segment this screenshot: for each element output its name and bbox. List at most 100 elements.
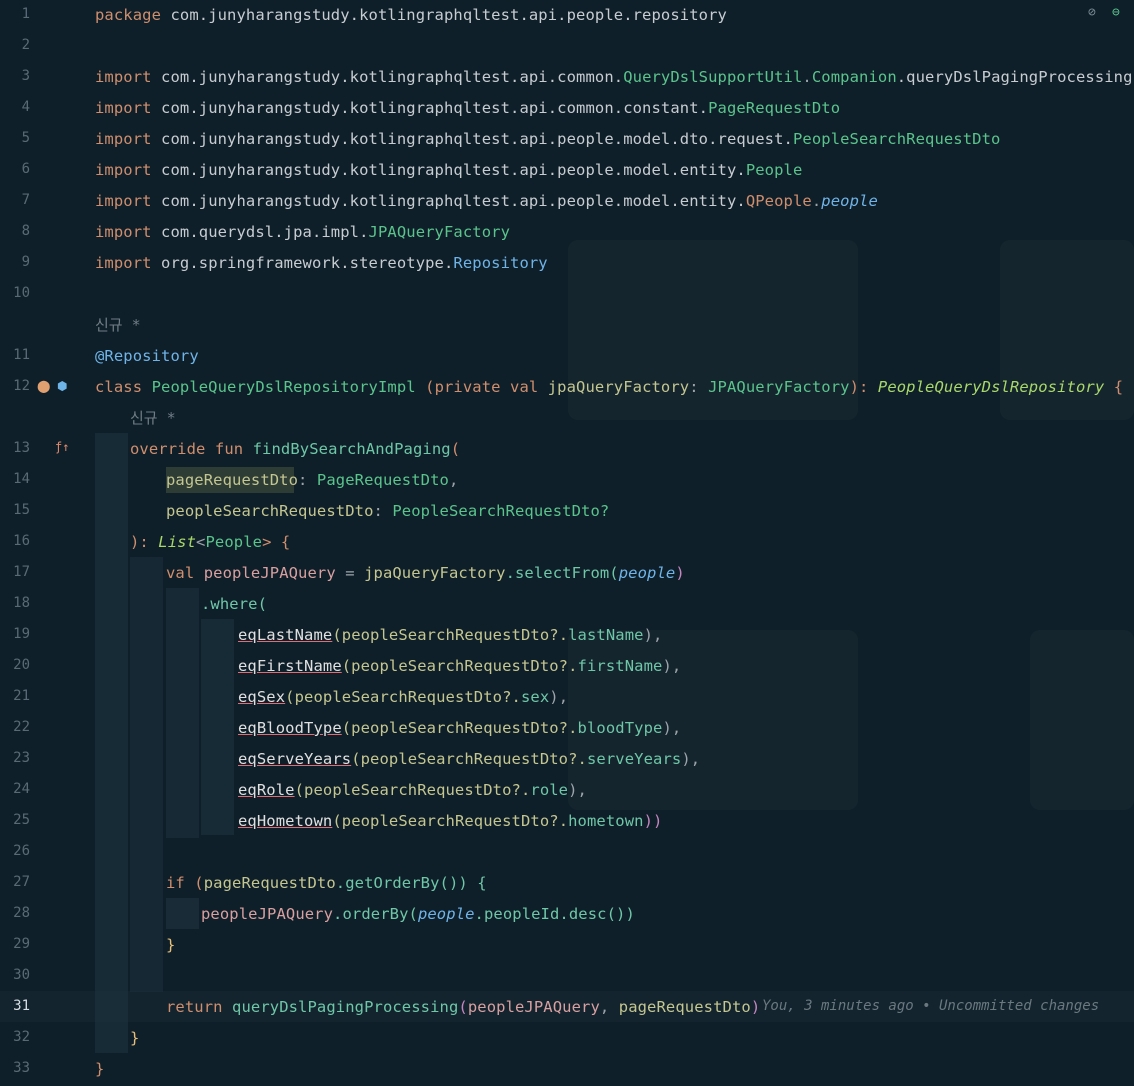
method-call: eqLastName [238, 626, 333, 644]
parameter: jpaQueryFactory [547, 378, 690, 396]
code-line[interactable]: 23 eqServeYears(peopleSearchRequestDto?.… [0, 744, 1134, 775]
code-line[interactable]: 25 eqHometown(peopleSearchRequestDto?.ho… [0, 806, 1134, 837]
punctuation: { [1104, 378, 1124, 396]
annotation: @Repository [95, 347, 199, 365]
argument: (peopleSearchRequestDto?. [294, 781, 531, 799]
code-line[interactable]: 33 } [0, 1054, 1134, 1085]
keyword: override fun [130, 440, 253, 458]
code-line[interactable]: 26 [0, 837, 1134, 868]
punctuation: ( [194, 874, 204, 892]
property: sex [520, 688, 550, 706]
line-number: 22 [13, 719, 30, 735]
line-number: 11 [13, 347, 30, 363]
line-number: 26 [13, 843, 30, 859]
package-path: com.junyharangstudy.kotlingraphqltest.ap… [161, 99, 709, 117]
package-path: com.junyharangstudy.kotlingraphqltest.ap… [161, 130, 793, 148]
code-line[interactable]: 10 [0, 279, 1134, 310]
code-line[interactable]: 22 eqBloodType(peopleSearchRequestDto?.b… [0, 713, 1134, 744]
method-call: .getOrderBy()) { [335, 874, 487, 892]
git-blame-hint[interactable]: You, 3 minutes ago • Uncommitted changes [762, 998, 1099, 1014]
punctuation: : [689, 378, 709, 396]
code-line[interactable]: 9 import org.springframework.stereotype.… [0, 248, 1134, 279]
line-number: 27 [13, 874, 30, 890]
class-name: QPeople [745, 192, 812, 210]
code-line[interactable]: 18 .where( [0, 589, 1134, 620]
argument: peopleJPAQuery [467, 998, 600, 1016]
code-line[interactable]: 12 ⬤ ⬢ class PeopleQueryDslRepositoryImp… [0, 372, 1134, 403]
code-line[interactable]: 29 } [0, 930, 1134, 961]
punctuation: )) [643, 812, 663, 830]
line-number: 17 [13, 564, 30, 580]
member-name: people [821, 192, 878, 210]
code-line[interactable]: 2 [0, 31, 1134, 62]
code-line[interactable]: 27 if (pageRequestDto.getOrderBy()) { [0, 868, 1134, 899]
code-line[interactable]: 5 import com.junyharangstudy.kotlingraph… [0, 124, 1134, 155]
code-line[interactable]: 13 ƒ↑ override fun findBySearchAndPaging… [0, 434, 1134, 465]
package-path: com.querydsl.jpa.impl. [161, 223, 369, 241]
line-number: 29 [13, 936, 30, 952]
punctuation: : [373, 502, 393, 520]
class-name: PeopleQueryDslRepositoryImpl [151, 378, 426, 396]
punctuation: , [448, 471, 459, 489]
code-line[interactable]: 8 import com.querydsl.jpa.impl.JPAQueryF… [0, 217, 1134, 248]
method-call: .orderBy( [333, 905, 418, 923]
code-line[interactable]: 30 [0, 961, 1134, 992]
line-number: 28 [13, 905, 30, 921]
code-line[interactable]: 24 eqRole(peopleSearchRequestDto?.role), [0, 775, 1134, 806]
code-line[interactable]: 32 } [0, 1023, 1134, 1054]
code-line[interactable]: 1 package com.junyharangstudy.kotlingrap… [0, 0, 1134, 31]
keyword: import [95, 254, 162, 272]
author-inlay-label[interactable]: 신규 * [130, 407, 176, 428]
class-name: PageRequestDto [316, 471, 449, 489]
code-line[interactable]: 16 ): List<People> { [0, 527, 1134, 558]
method-call: eqFirstName [238, 657, 342, 675]
property: serveYears [586, 750, 682, 768]
code-line[interactable]: 7 import com.junyharangstudy.kotlingraph… [0, 186, 1134, 217]
method-call: eqBloodType [238, 719, 342, 737]
punctuation: ( [458, 998, 468, 1016]
implementing-icon[interactable]: ⬢ [57, 379, 67, 393]
punctuation: } [95, 1060, 105, 1078]
keyword: val [166, 564, 204, 582]
code-line[interactable]: 20 eqFirstName(peopleSearchRequestDto?.f… [0, 651, 1134, 682]
parameter: peopleSearchRequestDto [166, 502, 374, 520]
implemented-icon[interactable]: ⬤ [37, 379, 50, 393]
variable: pageRequestDto [203, 874, 336, 892]
keyword: import [95, 68, 162, 86]
member-name: .queryDslPagingProcessing [896, 68, 1133, 86]
keyword: import [95, 99, 162, 117]
line-number: 30 [13, 967, 30, 983]
punctuation: , [599, 998, 619, 1016]
line-number: 9 [21, 254, 30, 270]
line-number: 31 [13, 998, 30, 1014]
variable: people [618, 564, 676, 582]
code-line-current[interactable]: 31 return queryDslPagingProcessing(peopl… [0, 992, 1134, 1023]
code-line[interactable]: 11 @Repository [0, 341, 1134, 372]
line-number: 23 [13, 750, 30, 766]
code-editor[interactable]: ⊘ ⊖ 1 package com.junyharangstudy.kotlin… [0, 0, 1134, 1086]
code-line[interactable]: 28 peopleJPAQuery.orderBy(people.peopleI… [0, 899, 1134, 930]
argument: (peopleSearchRequestDto?. [332, 626, 569, 644]
class-name: QueryDslSupportUtil [623, 68, 803, 86]
keyword: private val [434, 378, 548, 396]
keyword: import [95, 161, 162, 179]
code-line[interactable]: 14 pageRequestDto: PageRequestDto, [0, 465, 1134, 496]
code-line[interactable]: 15 peopleSearchRequestDto: PeopleSearchR… [0, 496, 1134, 527]
class-name: Companion [811, 68, 897, 86]
code-line[interactable]: 6 import com.junyharangstudy.kotlingraph… [0, 155, 1134, 186]
keyword: return [166, 998, 233, 1016]
line-number: 5 [21, 130, 30, 146]
line-number: 16 [13, 533, 30, 549]
line-number: 20 [13, 657, 30, 673]
argument: pageRequestDto [618, 998, 751, 1016]
author-inlay-label[interactable]: 신규 * [95, 314, 141, 335]
code-line[interactable]: 21 eqSex(peopleSearchRequestDto?.sex), [0, 682, 1134, 713]
line-number: 32 [13, 1029, 30, 1045]
override-icon[interactable]: ƒ↑ [55, 440, 69, 454]
method-call: eqHometown [238, 812, 333, 830]
code-line[interactable]: 17 val peopleJPAQuery = jpaQueryFactory.… [0, 558, 1134, 589]
code-line[interactable]: 3 import com.junyharangstudy.kotlingraph… [0, 62, 1134, 93]
package-path: com.junyharangstudy.kotlingraphqltest.ap… [170, 6, 727, 24]
code-line[interactable]: 4 import com.junyharangstudy.kotlingraph… [0, 93, 1134, 124]
code-line[interactable]: 19 eqLastName(peopleSearchRequestDto?.la… [0, 620, 1134, 651]
